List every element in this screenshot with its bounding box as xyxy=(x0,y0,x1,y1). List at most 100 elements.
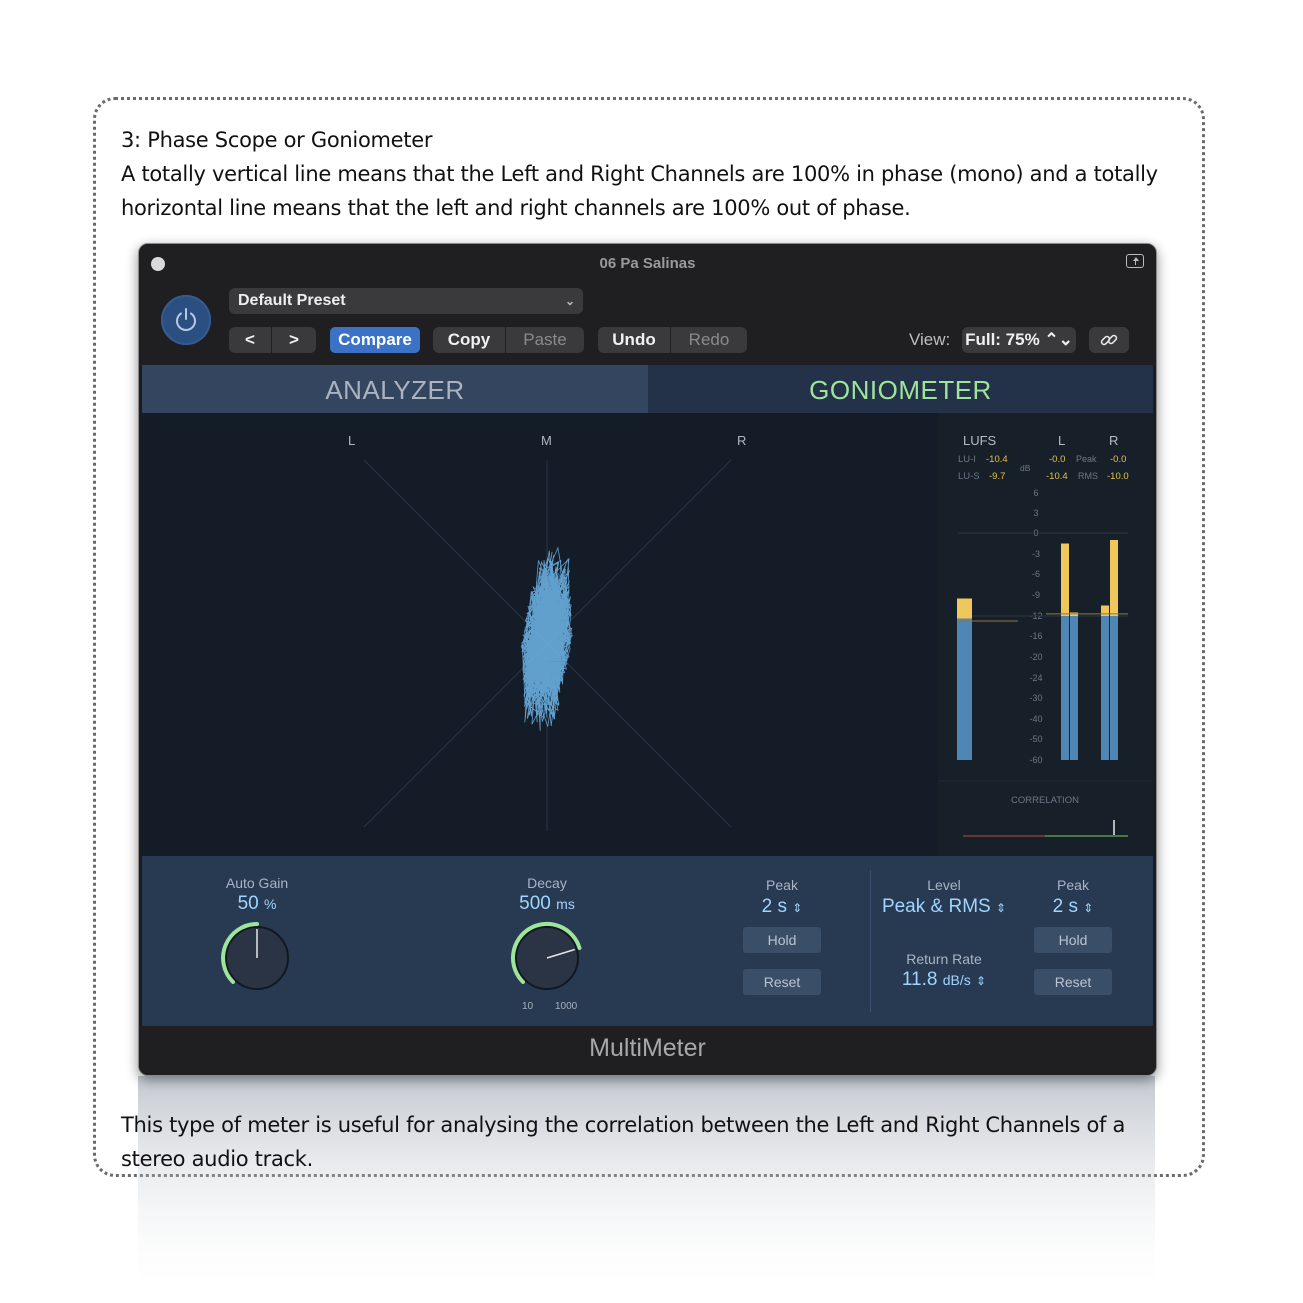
meter-rms-bar xyxy=(1061,616,1069,760)
db-scale-tick: -40 xyxy=(1029,714,1042,724)
previous-preset-button[interactable]: < xyxy=(229,327,271,353)
copy-button[interactable]: Copy xyxy=(433,327,505,353)
db-scale-tick: -30 xyxy=(1029,693,1042,703)
hold-2-button[interactable]: Hold xyxy=(1034,927,1112,953)
hold-button[interactable]: Hold xyxy=(743,927,821,953)
panel-divider xyxy=(870,870,871,1012)
description-paragraph: A totally vertical line means that the L… xyxy=(121,162,1158,220)
meter-peak-bar xyxy=(957,598,972,619)
window-title: 06 Pa Salinas xyxy=(599,255,696,272)
db-scale-tick: 6 xyxy=(1033,488,1038,498)
stepper-icon: ⇕ xyxy=(995,901,1007,915)
next-preset-button[interactable]: > xyxy=(272,327,316,353)
left-channel-header: L xyxy=(1058,433,1065,448)
decay-max-label: 1000 xyxy=(555,1001,578,1012)
stepper-icon: ⇕ xyxy=(976,974,987,988)
level-mode-select[interactable]: Peak & RMS ⇕ xyxy=(869,896,1019,918)
auto-gain-label: Auto Gain xyxy=(225,875,289,891)
reset-2-button[interactable]: Reset xyxy=(1034,969,1112,995)
power-icon xyxy=(176,308,196,331)
peak-hold-select[interactable]: 2 s ⇕ xyxy=(732,896,832,918)
right-channel-header: R xyxy=(1109,433,1118,448)
meter-rms-bar xyxy=(1101,616,1109,760)
auto-gain-unit: % xyxy=(263,896,277,912)
tab-analyzer[interactable]: ANALYZER xyxy=(142,365,648,413)
right-rms-value: -10.0 xyxy=(1107,471,1129,482)
level-mode-value: Peak & RMS xyxy=(881,896,991,917)
share-icon[interactable] xyxy=(1126,254,1144,268)
return-rate-unit: dB/s xyxy=(942,972,971,988)
return-rate-label: Return Rate xyxy=(906,951,982,967)
level-meters-panel: LUFS L R LU-I -10.4 LU-S -9.7 dB -0.0 Pe… xyxy=(938,413,1153,856)
meter-bars xyxy=(957,540,1128,760)
redo-button[interactable]: Redo xyxy=(671,327,747,353)
lu-i-value: -10.4 xyxy=(986,454,1008,465)
lu-s-label: LU-S xyxy=(958,471,980,482)
peak-hold-label: Peak xyxy=(766,877,798,893)
compare-button[interactable]: Compare xyxy=(330,327,420,353)
db-scale-tick: -9 xyxy=(1032,590,1040,600)
preset-name: Default Preset xyxy=(238,292,346,309)
view-size-select[interactable]: Full: 75% ⌃⌄ xyxy=(962,327,1076,353)
auto-gain-value: 50 % xyxy=(197,893,317,915)
decay-unit: ms xyxy=(556,896,575,912)
title-bar: 06 Pa Salinas xyxy=(139,244,1156,284)
chevron-down-icon: ⌄ xyxy=(564,294,575,308)
settings-panel: Auto Gain 50 % Decay 500 ms 10 1000 Peak… xyxy=(142,856,1153,1026)
plugin-name: MultiMeter xyxy=(589,1034,706,1062)
db-scale-tick: 3 xyxy=(1033,508,1038,518)
auto-gain-number: 50 xyxy=(237,893,259,914)
meter-peak-bar xyxy=(1101,605,1109,616)
lu-i-label: LU-I xyxy=(958,454,976,465)
tab-goniometer[interactable]: GONIOMETER xyxy=(648,365,1153,413)
scope-label-right: R xyxy=(737,433,747,448)
return-rate-select[interactable]: 11.8 dB/s ⇕ xyxy=(884,969,1004,991)
peak-hold-2-select[interactable]: 2 s ⇕ xyxy=(1023,896,1123,918)
scope-label-left: L xyxy=(348,433,356,448)
meter-rms-bar xyxy=(1070,616,1078,760)
meter-rms-bar xyxy=(1110,616,1118,760)
peak-hold-value: 2 s xyxy=(761,896,787,917)
db-scale-tick: -20 xyxy=(1029,652,1042,662)
auto-gain-knob[interactable] xyxy=(217,918,297,998)
decay-number: 500 xyxy=(519,893,551,914)
decay-knob[interactable] xyxy=(507,918,587,998)
level-mode-label: Level xyxy=(927,877,961,893)
correlation-label: CORRELATION xyxy=(1011,795,1079,806)
left-rms-value: -10.4 xyxy=(1046,471,1068,482)
plugin-footer: MultiMeter xyxy=(139,1026,1156,1075)
meter-peak-bar xyxy=(1061,543,1069,616)
scope-label-mid: M xyxy=(541,433,552,448)
phase-scope xyxy=(363,459,732,831)
lufs-header: LUFS xyxy=(963,433,997,448)
closing-paragraph: This type of meter is useful for analysi… xyxy=(121,1113,1126,1171)
view-tabs: ANALYZER GONIOMETER xyxy=(142,365,1153,413)
lu-s-value: -9.7 xyxy=(989,471,1005,482)
decay-value: 500 ms xyxy=(487,893,607,915)
meter-rms-bar xyxy=(957,618,972,760)
level-meters: LUFS L R LU-I -10.4 LU-S -9.7 dB -0.0 Pe… xyxy=(938,433,1153,837)
power-button[interactable] xyxy=(161,295,211,345)
decay-min-label: 10 xyxy=(522,1001,534,1012)
right-peak-value: -0.0 xyxy=(1110,454,1126,465)
meter-peak-bar xyxy=(1110,540,1118,616)
db-scale-tick: -3 xyxy=(1032,549,1040,559)
return-rate-value: 11.8 xyxy=(901,969,938,990)
peak-hold-2-value: 2 s xyxy=(1052,896,1078,917)
undo-button[interactable]: Undo xyxy=(598,327,670,353)
reset-button[interactable]: Reset xyxy=(743,969,821,995)
db-scale-tick: -50 xyxy=(1029,734,1042,744)
multimeter-plugin-window: 06 Pa Salinas Default Preset ⌄ < > Compa… xyxy=(138,243,1157,1076)
left-peak-value: -0.0 xyxy=(1049,454,1065,465)
db-unit-label: dB xyxy=(1020,463,1031,473)
link-button[interactable] xyxy=(1089,327,1129,353)
preset-dropdown[interactable]: Default Preset ⌄ xyxy=(229,288,583,314)
db-scale-tick: -60 xyxy=(1029,755,1042,765)
link-icon xyxy=(1100,334,1118,346)
db-scale-tick: -24 xyxy=(1029,673,1042,683)
plugin-toolbar: Default Preset ⌄ < > Compare Copy Paste … xyxy=(139,284,1156,366)
paste-button[interactable]: Paste xyxy=(506,327,584,353)
view-label: View: xyxy=(909,330,951,349)
peak-row-label: Peak xyxy=(1076,454,1097,464)
peak-hold-2-label: Peak xyxy=(1057,877,1089,893)
